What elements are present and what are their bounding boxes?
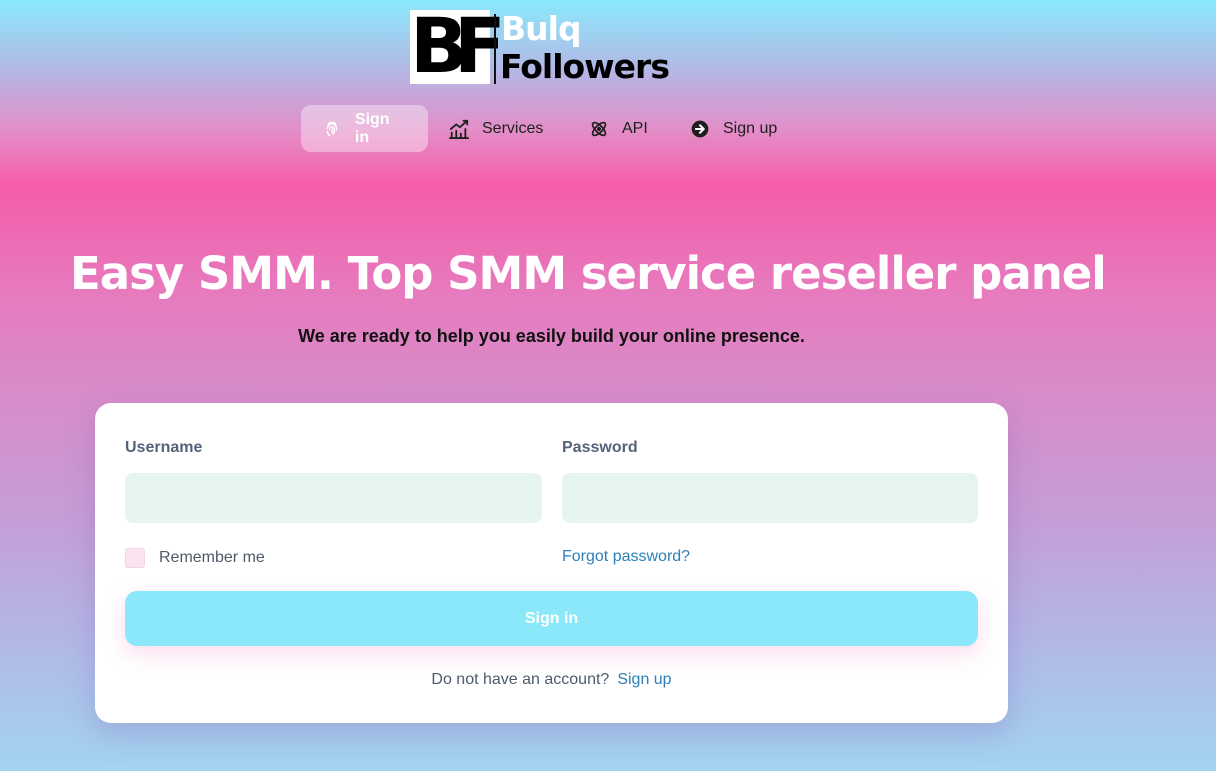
nav-item-label: Services (482, 119, 544, 137)
nav-item-label: Sign up (723, 119, 778, 137)
hero-title: Easy SMM. Top SMM service reseller panel (70, 247, 1107, 300)
hero-subtitle: We are ready to help you easily build yo… (298, 326, 805, 346)
nav-item-label: Sign in (354, 110, 390, 146)
username-label: Username (125, 439, 203, 456)
sign-in-button[interactable]: Sign in (125, 591, 978, 646)
fingerprint-icon (321, 118, 343, 140)
no-account-text: Do not have an account? (431, 671, 610, 688)
login-card: Username Password Remember me Forgot pas… (95, 403, 1008, 723)
remember-me[interactable]: Remember me (125, 548, 265, 568)
brand-logo[interactable]: BF Bulq Followers (410, 6, 700, 86)
nav-item-services[interactable]: Services (428, 105, 563, 152)
logo-mark-text: BF (410, 1, 506, 90)
signup-row: Do not have an account? Sign up (95, 671, 1008, 689)
nav-item-sign-up[interactable]: Sign up (669, 105, 797, 152)
chart-icon (448, 118, 470, 140)
sign-up-link[interactable]: Sign up (617, 671, 671, 688)
username-input[interactable] (125, 473, 542, 523)
arrow-circle-right-icon (689, 118, 711, 140)
remember-me-label: Remember me (159, 549, 265, 566)
nav-item-sign-in[interactable]: Sign in (301, 105, 428, 152)
nav-item-api[interactable]: API (568, 105, 668, 152)
password-label: Password (562, 439, 638, 456)
forgot-password-link[interactable]: Forgot password? (562, 548, 690, 566)
logo-mark: BF (410, 6, 506, 86)
password-input[interactable] (562, 473, 978, 523)
remember-me-checkbox[interactable] (125, 548, 145, 568)
logo-word-bulq: Bulq (501, 9, 582, 48)
logo-divider (494, 14, 496, 84)
nav-item-label: API (622, 119, 648, 137)
logo-word-followers: Followers (500, 47, 670, 86)
atom-icon (588, 118, 610, 140)
main-nav: Sign in Services API Sign up (0, 105, 1216, 152)
